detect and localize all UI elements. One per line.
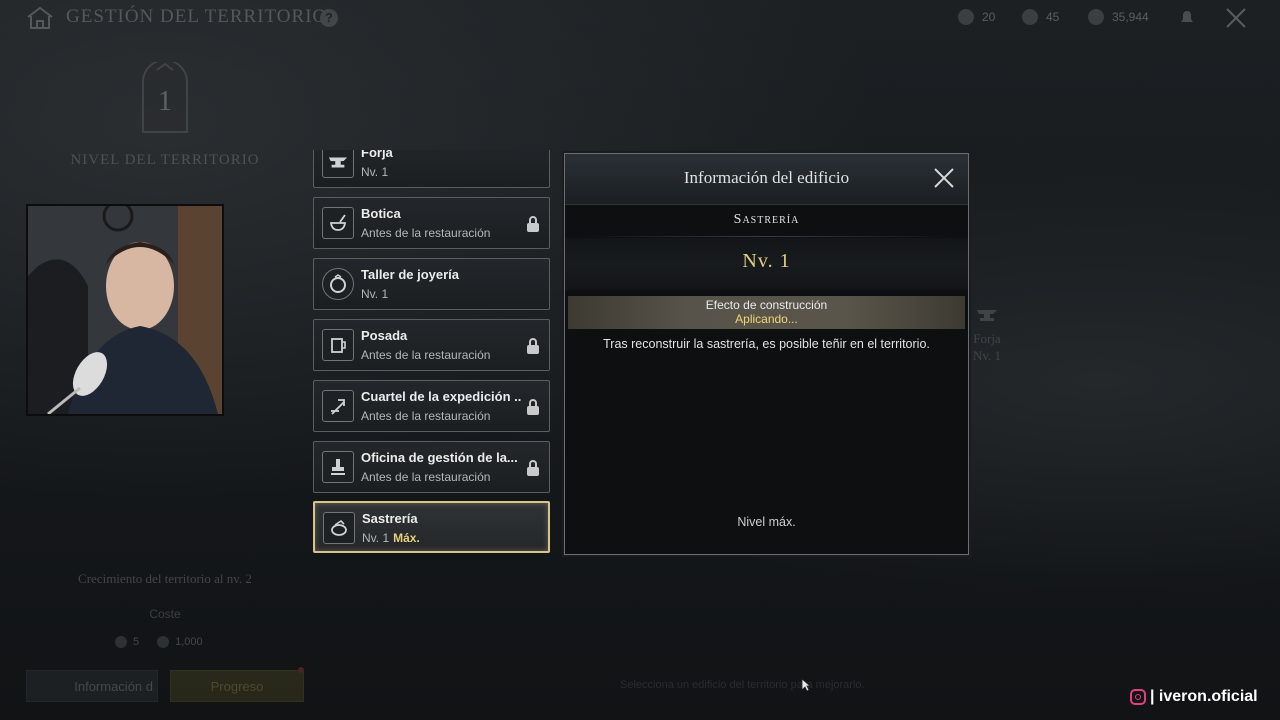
list-item-sastreria[interactable]: Sastrería Nv. 1 Máx. xyxy=(313,501,550,553)
building-name: Botica xyxy=(361,206,401,221)
building-status: Antes de la restauración xyxy=(361,226,491,240)
cost-row: 5 1,000 xyxy=(115,636,203,648)
resource-silver-value: 35,944 xyxy=(1112,10,1149,24)
ring-icon xyxy=(322,268,354,300)
silver-icon xyxy=(1088,9,1104,25)
coin-icon xyxy=(958,9,974,25)
list-item-oficina[interactable]: Oficina de gestión de la... Antes de la … xyxy=(313,441,550,493)
select-hint: Selecciona un edificio del territorio pa… xyxy=(620,679,865,691)
building-title: Sastrería xyxy=(733,212,800,227)
list-item-forja[interactable]: Forja Nv. 1 xyxy=(313,150,550,188)
building-name: Sastrería xyxy=(362,511,418,526)
building-name: Forja xyxy=(361,150,393,160)
building-level-display: Nv. 1 xyxy=(742,250,791,272)
background-building-level: Nv. 1 xyxy=(972,348,1002,363)
notification-dot xyxy=(298,667,304,673)
screen-title: GESTIÓN DEL TERRITORIO xyxy=(66,6,328,27)
divider xyxy=(577,236,957,237)
building-status: Antes de la restauración xyxy=(361,470,491,484)
lock-icon xyxy=(527,338,539,354)
effect-state: Aplicando... xyxy=(735,312,798,326)
growth-label: Crecimiento del territorio al nv. 2 xyxy=(78,571,252,586)
cost-coin-value: 5 xyxy=(133,636,140,648)
instagram-icon xyxy=(1130,689,1146,705)
streamer-image xyxy=(28,206,222,414)
resource-gem: 45 xyxy=(1022,9,1059,25)
building-level: Nv. 1 xyxy=(362,531,390,545)
effect-title: Efecto de construcción xyxy=(705,298,828,312)
lock-icon xyxy=(527,216,539,232)
building-status: Nv. 1 Máx. xyxy=(362,531,420,545)
banner-icon xyxy=(322,390,354,422)
coin-icon xyxy=(115,636,127,648)
list-item-botica[interactable]: Botica Antes de la restauración xyxy=(313,197,550,249)
bell-icon[interactable] xyxy=(1178,9,1196,25)
watermark-text: | iveron.oficial xyxy=(1150,688,1258,705)
territory-level-label: NIVEL DEL TERRITORIO xyxy=(70,152,260,168)
building-status: Antes de la restauración xyxy=(361,409,491,423)
cost-silver-value: 1,000 xyxy=(175,636,203,648)
dialog-title: Información del edificio xyxy=(683,168,850,187)
lock-icon xyxy=(527,460,539,476)
info-button[interactable]: Información d xyxy=(26,670,158,702)
resource-silver: 35,944 xyxy=(1088,9,1149,25)
help-icon[interactable]: ? xyxy=(320,9,338,27)
list-item-cuartel[interactable]: Cuartel de la expedición ... Antes de la… xyxy=(313,380,550,432)
resource-coin-value: 20 xyxy=(982,10,996,24)
sewing-icon xyxy=(323,512,355,544)
progress-button[interactable]: Progreso xyxy=(170,670,304,702)
mortar-icon xyxy=(322,207,354,239)
resource-gem-value: 45 xyxy=(1046,10,1060,24)
background-building-name: Forja xyxy=(973,331,1001,346)
building-name: Posada xyxy=(361,328,408,343)
resource-coin: 20 xyxy=(958,9,995,25)
territory-level: 1 xyxy=(158,86,172,117)
background-building-card: Forja Nv. 1 xyxy=(965,300,1009,364)
house-icon[interactable] xyxy=(26,6,54,30)
building-list[interactable]: Forja Nv. 1 Botica Antes de la restaurac… xyxy=(313,150,550,556)
cost-label: Coste xyxy=(149,607,181,621)
list-item-posada[interactable]: Posada Antes de la restauración xyxy=(313,319,550,371)
stamp-icon xyxy=(322,451,354,483)
building-info-dialog: Información del edificio Sastrería Nv. 1… xyxy=(564,153,969,555)
top-bar: GESTIÓN DEL TERRITORIO ? 20 45 35,944 xyxy=(0,0,1280,36)
close-icon[interactable] xyxy=(1224,6,1248,30)
building-status: Antes de la restauración xyxy=(361,348,491,362)
silver-icon xyxy=(157,636,170,648)
building-status: Nv. 1 xyxy=(361,165,389,179)
mouse-cursor-icon xyxy=(801,678,811,692)
anvil-icon xyxy=(977,310,997,321)
mug-icon xyxy=(322,329,354,361)
building-name: Taller de joyería xyxy=(361,267,460,282)
building-status: Nv. 1 xyxy=(361,287,389,301)
watermark: | iveron.oficial xyxy=(1130,688,1258,706)
building-name: Cuartel de la expedición ... xyxy=(361,389,521,404)
max-badge: Máx. xyxy=(393,531,420,545)
close-icon[interactable] xyxy=(932,166,956,190)
building-name: Oficina de gestión de la... xyxy=(361,450,518,465)
lock-icon xyxy=(527,399,539,415)
gem-icon xyxy=(1022,9,1038,25)
list-item-taller-joyeria[interactable]: Taller de joyería Nv. 1 xyxy=(313,258,550,310)
anvil-icon xyxy=(322,150,354,178)
effect-description: Tras reconstruir la sastrería, es posibl… xyxy=(603,337,930,351)
webcam-overlay xyxy=(26,204,224,416)
max-level-label: Nivel máx. xyxy=(737,515,796,529)
